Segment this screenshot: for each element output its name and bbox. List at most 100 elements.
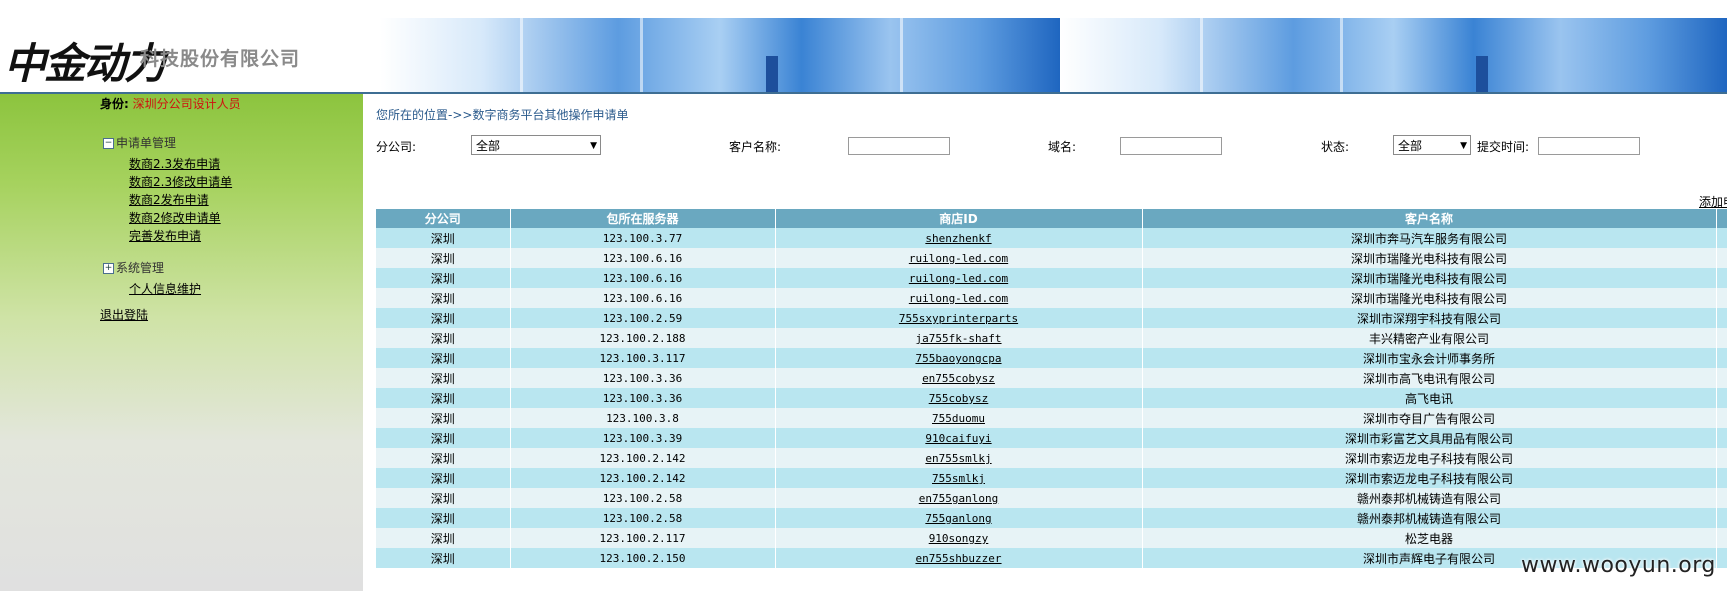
menu-group-label: 系统管理 bbox=[116, 261, 165, 275]
cell-shop-id[interactable]: en755shbuzzer bbox=[915, 552, 1001, 565]
table-row: 深圳 123.100.2.188 ja755fk-shaft 丰兴精密产业有限公司 bbox=[376, 328, 1727, 348]
cell-customer: 深圳市索迈龙电子科技有限公司 bbox=[1344, 451, 1513, 466]
cell-server: 123.100.6.16 bbox=[602, 271, 683, 285]
cell-shop-id[interactable]: 755sxyprinterparts bbox=[899, 312, 1018, 325]
cell-branch: 深圳 bbox=[430, 511, 455, 526]
cell-shop-id[interactable]: en755cobysz bbox=[922, 372, 995, 385]
cell-customer: 深圳市高飞电讯有限公司 bbox=[1362, 371, 1495, 386]
cell-customer: 深圳市彩富艺文具用品有限公司 bbox=[1344, 431, 1513, 446]
cell-shop-id[interactable]: en755smlkj bbox=[925, 452, 991, 465]
identity-value: 深圳分公司设计人员 bbox=[132, 97, 241, 111]
cell-customer: 高飞电讯 bbox=[1404, 391, 1453, 406]
cell-customer: 深圳市奔马汽车服务有限公司 bbox=[1350, 231, 1507, 246]
cell-shop-id[interactable]: 910caifuyi bbox=[925, 432, 991, 445]
cell-shop-id[interactable]: shenzhenkf bbox=[925, 232, 991, 245]
column-header-server[interactable]: 包所在服务器 bbox=[510, 209, 776, 228]
cell-shop-id[interactable]: 755smlkj bbox=[932, 472, 985, 485]
cell-branch: 深圳 bbox=[430, 551, 455, 566]
cell-shop-id[interactable]: 755baoyongcpa bbox=[915, 352, 1001, 365]
table-row: 深圳 123.100.3.36 en755cobysz 深圳市高飞电讯有限公司 bbox=[376, 368, 1727, 388]
cell-branch: 深圳 bbox=[430, 391, 455, 406]
sidebar: 身份: 深圳分公司设计人员 − 申请单管理 数商2.3发布申请 数商2.3修改申请… bbox=[0, 94, 363, 591]
cell-shop-id[interactable]: 755cobysz bbox=[929, 392, 989, 405]
logout-link[interactable]: 退出登陆 bbox=[100, 306, 148, 323]
column-header-branch[interactable]: 分公司 bbox=[376, 209, 511, 228]
cell-shop-id[interactable]: ja755fk-shaft bbox=[915, 332, 1001, 345]
sidebar-item-ds23-publish[interactable]: 数商2.3发布申请 bbox=[129, 155, 220, 172]
table-row: 深圳 123.100.2.117 910songzy 松芝电器 bbox=[376, 528, 1727, 548]
cell-shop-id[interactable]: 910songzy bbox=[929, 532, 989, 545]
cell-server: 123.100.3.36 bbox=[602, 391, 683, 405]
table-row: 深圳 123.100.2.59 755sxyprinterparts 深圳市深翔宇科技… bbox=[376, 308, 1727, 328]
cell-shop-id[interactable]: en755ganlong bbox=[919, 492, 998, 505]
header-banner: 中金动力 科技股份有限公司 bbox=[0, 18, 1727, 94]
sidebar-item-complete-publish[interactable]: 完善发布申请 bbox=[129, 227, 201, 244]
cell-extra bbox=[1716, 428, 1727, 448]
cell-server: 123.100.6.16 bbox=[602, 291, 683, 305]
tower-graphic bbox=[1476, 56, 1488, 92]
cell-extra bbox=[1716, 248, 1727, 268]
column-header-extra bbox=[1716, 209, 1727, 228]
cell-branch: 深圳 bbox=[430, 411, 455, 426]
table-row: 深圳 123.100.2.142 en755smlkj 深圳市索迈龙电子科技有限公司 bbox=[376, 448, 1727, 468]
cell-branch: 深圳 bbox=[430, 231, 455, 246]
cell-server: 123.100.2.117 bbox=[599, 531, 686, 545]
customer-label: 客户名称: bbox=[729, 140, 782, 154]
breadcrumb: 您所在的位置->>数字商务平台其他操作申请单 bbox=[376, 108, 629, 122]
cell-customer: 赣州泰邦机械铸造有限公司 bbox=[1356, 511, 1501, 526]
status-select[interactable]: 全部 ▼ bbox=[1393, 135, 1471, 155]
cell-customer: 丰兴精密产业有限公司 bbox=[1368, 331, 1489, 346]
add-application-link[interactable]: 添加申请 bbox=[1699, 193, 1727, 210]
table-row: 深圳 123.100.2.142 755smlkj 深圳市索迈龙电子科技有限公司 bbox=[376, 468, 1727, 488]
submit-time-input[interactable] bbox=[1538, 137, 1640, 155]
company-name: 科技股份有限公司 bbox=[140, 48, 301, 70]
table-row: 深圳 123.100.6.16 ruilong-led.com 深圳市瑞隆光电科技有限… bbox=[376, 248, 1727, 268]
cell-extra bbox=[1716, 468, 1727, 488]
cell-extra bbox=[1716, 548, 1727, 568]
menu-group-application[interactable]: − 申请单管理 bbox=[103, 134, 176, 151]
cell-extra bbox=[1716, 508, 1727, 528]
column-header-shop-id[interactable]: 商店ID bbox=[775, 209, 1143, 228]
column-header-customer[interactable]: 客户名称 bbox=[1142, 209, 1717, 228]
cell-extra bbox=[1716, 448, 1727, 468]
sidebar-item-profile[interactable]: 个人信息维护 bbox=[129, 280, 201, 297]
cell-server: 123.100.6.16 bbox=[602, 251, 683, 265]
customer-name-input[interactable] bbox=[848, 137, 950, 155]
branch-select[interactable]: 全部 ▼ bbox=[471, 135, 601, 155]
domain-label: 域名: bbox=[1048, 140, 1077, 154]
collapse-icon[interactable]: − bbox=[103, 138, 114, 149]
cell-customer: 松芝电器 bbox=[1404, 531, 1453, 546]
table-row: 深圳 123.100.3.39 910caifuyi 深圳市彩富艺文具用品有限公司 bbox=[376, 428, 1727, 448]
cell-server: 123.100.3.8 bbox=[606, 411, 679, 425]
cell-branch: 深圳 bbox=[430, 371, 455, 386]
expand-icon[interactable]: + bbox=[103, 263, 114, 274]
sidebar-item-ds2-modify[interactable]: 数商2修改申请单 bbox=[129, 209, 221, 226]
table-row: 深圳 123.100.6.16 ruilong-led.com 深圳市瑞隆光电科技有限… bbox=[376, 268, 1727, 288]
cell-shop-id[interactable]: 755ganlong bbox=[925, 512, 991, 525]
cell-shop-id[interactable]: ruilong-led.com bbox=[909, 272, 1008, 285]
table-row: 深圳 123.100.3.8 755duomu 深圳市夺目广告有限公司 bbox=[376, 408, 1727, 428]
table-header-row: 分公司 包所在服务器 商店ID 客户名称 bbox=[376, 209, 1727, 228]
cell-branch: 深圳 bbox=[430, 331, 455, 346]
cell-branch: 深圳 bbox=[430, 351, 455, 366]
sidebar-item-ds2-publish[interactable]: 数商2发布申请 bbox=[129, 191, 209, 208]
banner-image-right bbox=[1060, 18, 1727, 92]
cell-customer: 深圳市瑞隆光电科技有限公司 bbox=[1350, 271, 1507, 286]
cell-customer: 深圳市索迈龙电子科技有限公司 bbox=[1344, 471, 1513, 486]
cell-customer: 深圳市夺目广告有限公司 bbox=[1362, 411, 1495, 426]
cell-shop-id[interactable]: ruilong-led.com bbox=[909, 252, 1008, 265]
menu-group-label: 申请单管理 bbox=[116, 136, 177, 150]
sidebar-item-ds23-modify[interactable]: 数商2.3修改申请单 bbox=[129, 173, 232, 190]
cell-extra bbox=[1716, 408, 1727, 428]
cell-shop-id[interactable]: ruilong-led.com bbox=[909, 292, 1008, 305]
cell-server: 123.100.2.58 bbox=[602, 511, 683, 525]
tower-graphic bbox=[766, 56, 778, 92]
cell-customer: 深圳市瑞隆光电科技有限公司 bbox=[1350, 251, 1507, 266]
domain-input[interactable] bbox=[1120, 137, 1222, 155]
cell-customer: 深圳市宝永会计师事务所 bbox=[1362, 351, 1495, 366]
table-row: 深圳 123.100.3.117 755baoyongcpa 深圳市宝永会计师事务所 bbox=[376, 348, 1727, 368]
cell-extra bbox=[1716, 388, 1727, 408]
cell-server: 123.100.3.36 bbox=[602, 371, 683, 385]
cell-shop-id[interactable]: 755duomu bbox=[932, 412, 985, 425]
menu-group-system[interactable]: + 系统管理 bbox=[103, 259, 164, 276]
